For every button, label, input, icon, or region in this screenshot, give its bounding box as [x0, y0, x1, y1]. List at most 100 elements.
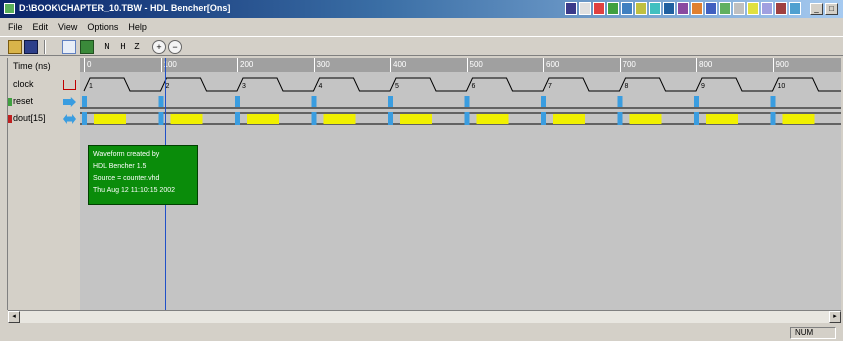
- app-icon: [4, 3, 15, 14]
- tray-icon[interactable]: [733, 2, 745, 15]
- dout-marker: [694, 112, 699, 125]
- toolbar-h-button[interactable]: H: [116, 40, 130, 54]
- dout-marker: [617, 112, 623, 125]
- check-icon[interactable]: [80, 40, 94, 54]
- dout-value-block: [629, 114, 662, 124]
- cycle-label: 8: [625, 83, 629, 90]
- signal-row-dout[interactable]: dout[15]: [8, 111, 80, 127]
- input-arrow-icon: [63, 97, 76, 107]
- dout-value-block: [400, 114, 432, 124]
- dout-value-block: [247, 114, 279, 124]
- status-bar: NUM: [0, 325, 843, 341]
- signal-name: dout[15]: [13, 113, 46, 123]
- tray-icon[interactable]: [579, 2, 591, 15]
- reset-marker: [82, 96, 87, 107]
- toolbar-z-button[interactable]: Z: [130, 40, 144, 54]
- reset-marker: [158, 96, 164, 107]
- dout-value-block: [553, 114, 585, 124]
- dout-value-block: [476, 114, 509, 124]
- tray-icon[interactable]: [719, 2, 731, 15]
- tray-icon[interactable]: [565, 2, 577, 15]
- dout-marker: [464, 112, 470, 125]
- menu-file[interactable]: File: [8, 20, 23, 34]
- signal-marker: [8, 98, 12, 106]
- tray-icon[interactable]: [775, 2, 787, 15]
- cycle-label: 1: [89, 83, 93, 90]
- signal-name: clock: [13, 79, 34, 89]
- dout-marker: [311, 112, 317, 125]
- toolbar-n-button[interactable]: N: [100, 40, 114, 54]
- signal-row-reset[interactable]: reset: [8, 94, 80, 110]
- scroll-right-button[interactable]: ▸: [829, 311, 841, 323]
- tray-icon[interactable]: [789, 2, 801, 15]
- horizontal-scrollbar[interactable]: ◂ ▸: [8, 310, 841, 323]
- reset-marker: [617, 96, 623, 107]
- window-controls: _ □: [810, 3, 838, 15]
- reset-marker: [464, 96, 470, 107]
- menu-edit[interactable]: Edit: [33, 20, 49, 34]
- title-bar: D:\BOOK\CHAPTER_10.TBW - HDL Bencher[Ons…: [0, 0, 843, 18]
- tray-icon[interactable]: [649, 2, 661, 15]
- cycle-label: 2: [166, 83, 170, 90]
- tray-icon[interactable]: [705, 2, 717, 15]
- zoom-out-icon[interactable]: −: [168, 40, 182, 54]
- clock-icon: [63, 80, 76, 90]
- cycle-label: 3: [242, 83, 246, 90]
- tray-icon[interactable]: [663, 2, 675, 15]
- toolbar-separator: [44, 40, 46, 54]
- tray-icon[interactable]: [747, 2, 759, 15]
- open-folder-icon[interactable]: [8, 40, 22, 54]
- signal-panel: Time (ns) clock reset dout[15]: [8, 58, 80, 310]
- dout-value-block: [94, 114, 126, 124]
- reset-marker: [541, 96, 546, 107]
- menu-help[interactable]: Help: [128, 20, 147, 34]
- menu-view[interactable]: View: [58, 20, 77, 34]
- cycle-label: 10: [778, 83, 786, 90]
- cycle-label: 6: [472, 83, 476, 90]
- tray-icon[interactable]: [621, 2, 633, 15]
- tray-icon[interactable]: [691, 2, 703, 15]
- signal-row-time[interactable]: Time (ns): [8, 59, 80, 75]
- dout-value-block: [706, 114, 738, 124]
- maximize-button[interactable]: □: [825, 3, 838, 15]
- cycle-label: 7: [548, 83, 552, 90]
- taskbar-tray: [565, 2, 801, 17]
- signal-row-clock[interactable]: clock: [8, 77, 80, 93]
- menu-options[interactable]: Options: [87, 20, 118, 34]
- tray-icon[interactable]: [607, 2, 619, 15]
- menu-bar: File Edit View Options Help: [0, 20, 843, 34]
- dout-marker: [82, 112, 87, 125]
- cycle-label: 4: [319, 83, 323, 90]
- copy-icon[interactable]: [62, 40, 76, 54]
- reset-marker: [770, 96, 776, 107]
- dout-value-block: [782, 114, 815, 124]
- waveform-annotation: Waveform created by HDL Bencher 1.5 Sour…: [88, 145, 198, 205]
- cycle-label: 5: [395, 83, 399, 90]
- save-disk-icon[interactable]: [24, 40, 38, 54]
- clock-waveform: [83, 77, 841, 92]
- reset-marker: [311, 96, 317, 107]
- scroll-left-button[interactable]: ◂: [8, 311, 20, 323]
- status-num: NUM: [790, 327, 836, 339]
- dout-value-block: [323, 114, 356, 124]
- window-title: D:\BOOK\CHAPTER_10.TBW - HDL Bencher[Ons…: [19, 3, 231, 13]
- signal-name: Time (ns): [13, 61, 51, 71]
- minimize-button[interactable]: _: [810, 3, 823, 15]
- annotation-line: HDL Bencher 1.5: [93, 163, 147, 170]
- signal-marker: [8, 115, 12, 123]
- tray-icon[interactable]: [593, 2, 605, 15]
- reset-marker: [694, 96, 699, 107]
- toolbar: N H Z + −: [0, 36, 843, 56]
- signal-name: reset: [13, 96, 34, 106]
- zoom-in-icon[interactable]: +: [152, 40, 166, 54]
- dout-marker: [158, 112, 164, 125]
- bidirectional-arrow-icon: [63, 114, 76, 124]
- tray-icon[interactable]: [761, 2, 773, 15]
- waveform-area[interactable]: 0 100 200 300 400 500 600 700 800 900 1 2 3 4 5 6 7 8 9 10…: [80, 58, 841, 310]
- annotation-line: Source = counter.vhd: [93, 175, 160, 182]
- dout-marker: [388, 112, 393, 125]
- dout-marker: [541, 112, 546, 125]
- tray-icon[interactable]: [635, 2, 647, 15]
- tray-icon[interactable]: [677, 2, 689, 15]
- dout-marker: [770, 112, 776, 125]
